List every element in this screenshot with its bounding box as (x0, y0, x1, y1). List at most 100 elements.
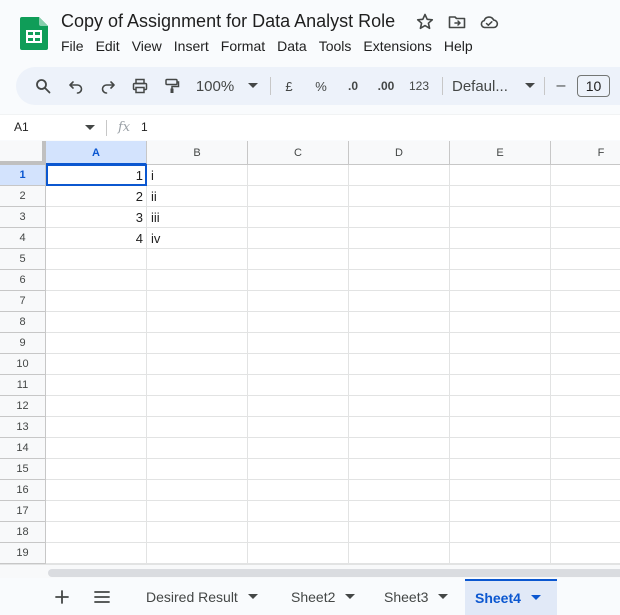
row-header-6[interactable]: 6 (0, 270, 46, 291)
percent-format-button[interactable]: % (311, 67, 331, 105)
active-cell-outline (46, 164, 147, 186)
chevron-down-icon[interactable] (247, 594, 258, 600)
row-header-3[interactable]: 3 (0, 207, 46, 228)
menu-extensions[interactable]: Extensions (357, 36, 437, 56)
sheet-tab-sheet2[interactable]: Sheet2 (281, 579, 371, 615)
menu-help[interactable]: Help (438, 36, 479, 56)
column-header-e[interactable]: E (450, 141, 551, 165)
row-header-10[interactable]: 10 (0, 354, 46, 375)
redo-button[interactable] (97, 67, 119, 105)
more-formats-label: 123 (408, 79, 430, 93)
undo-button[interactable] (65, 67, 87, 105)
increase-decimal-label: .00 (377, 79, 395, 93)
cell-b2[interactable]: ii (147, 186, 247, 207)
select-all-corner[interactable] (0, 141, 46, 165)
paint-format-button[interactable] (161, 67, 183, 105)
horizontal-scrollbar[interactable] (0, 564, 620, 578)
decrease-decimal-button[interactable]: .0 (342, 67, 364, 105)
column-header-b[interactable]: B (147, 141, 248, 165)
decrease-font-size-button[interactable]: – (552, 67, 570, 105)
column-header-a[interactable]: A (46, 141, 147, 165)
row-gridline (46, 269, 620, 270)
row-gridline (46, 311, 620, 312)
row-header-17[interactable]: 17 (0, 501, 46, 522)
row-header-4[interactable]: 4 (0, 228, 46, 249)
star-icon[interactable] (415, 12, 435, 32)
row-gridline (46, 521, 620, 522)
sheet-tab-desired-result[interactable]: Desired Result (136, 579, 278, 615)
row-header-18[interactable]: 18 (0, 522, 46, 543)
search-icon (36, 79, 51, 94)
row-gridline (46, 374, 620, 375)
column-header-d[interactable]: D (349, 141, 450, 165)
menu-bar: File Edit View Insert Format Data Tools … (55, 36, 479, 56)
menu-data[interactable]: Data (271, 36, 313, 56)
menu-file[interactable]: File (55, 36, 90, 56)
plus-icon (55, 590, 69, 604)
row-header-1[interactable]: 1 (0, 165, 46, 186)
chevron-down-icon[interactable] (438, 594, 449, 600)
row-header-7[interactable]: 7 (0, 291, 46, 312)
menu-format[interactable]: Format (215, 36, 271, 56)
decrease-decimal-label: .0 (347, 79, 358, 93)
cell-b1[interactable]: i (147, 165, 247, 186)
formula-input[interactable]: 1 (141, 120, 148, 134)
cell-a4[interactable]: 4 (46, 228, 146, 249)
cloud-status-icon[interactable] (479, 12, 499, 32)
row-header-9[interactable]: 9 (0, 333, 46, 354)
spreadsheet-app: Copy of Assignment for Data Analyst Role… (0, 0, 620, 615)
row-header-13[interactable]: 13 (0, 417, 46, 438)
column-gridline (247, 165, 248, 564)
list-icon (94, 591, 110, 603)
font-family-value: Defaul... (452, 77, 508, 95)
font-family-select[interactable]: Defaul... (452, 67, 536, 105)
cell-b3[interactable]: iii (147, 207, 247, 228)
font-size-input[interactable]: 10 (577, 75, 610, 97)
document-title[interactable]: Copy of Assignment for Data Analyst Role (61, 9, 395, 33)
row-header-11[interactable]: 11 (0, 375, 46, 396)
menu-edit[interactable]: Edit (90, 36, 126, 56)
row-header-19[interactable]: 19 (0, 543, 46, 564)
currency-format-button[interactable]: £ (279, 67, 299, 105)
row-header-8[interactable]: 8 (0, 312, 46, 333)
fx-icon: fx (118, 120, 131, 135)
row-header-16[interactable]: 16 (0, 480, 46, 501)
redo-icon (101, 81, 115, 94)
sheet-tab-sheet4[interactable]: Sheet4 (465, 579, 557, 615)
row-header-14[interactable]: 14 (0, 438, 46, 459)
row-gridline (46, 500, 620, 501)
toolbar-divider (544, 77, 545, 95)
cell-a2[interactable]: 2 (46, 186, 146, 207)
more-formats-button[interactable]: 123 (407, 67, 431, 105)
toolbar-divider (442, 77, 443, 95)
cell-a3[interactable]: 3 (46, 207, 146, 228)
scrollbar-thumb[interactable] (48, 569, 620, 577)
increase-decimal-button[interactable]: .00 (373, 67, 399, 105)
add-sheet-button[interactable] (48, 585, 76, 609)
row-header-15[interactable]: 15 (0, 459, 46, 480)
all-sheets-button[interactable] (88, 585, 116, 609)
column-header-c[interactable]: C (248, 141, 349, 165)
paint-format-icon (165, 78, 180, 93)
spreadsheet-grid[interactable]: A B C D E F 1 2 3 4 5 6 7 8 9 10 11 12 13 14 15 16 17 18 19 1 2 3 4 i… (0, 141, 620, 564)
formula-bar: A1 fx 1 (0, 114, 620, 140)
menu-view[interactable]: View (126, 36, 168, 56)
sheet-tab-sheet3[interactable]: Sheet3 (374, 579, 462, 615)
column-header-f[interactable]: F (551, 141, 620, 165)
move-folder-icon[interactable] (447, 12, 467, 32)
sheets-logo-icon[interactable] (20, 17, 48, 50)
name-box[interactable]: A1 (14, 120, 29, 134)
row-header-2[interactable]: 2 (0, 186, 46, 207)
chevron-down-icon[interactable] (345, 594, 356, 600)
chevron-down-icon[interactable] (530, 595, 541, 601)
cell-b4[interactable]: iv (147, 228, 247, 249)
print-button[interactable] (129, 67, 151, 105)
search-menus-button[interactable] (32, 67, 54, 105)
chevron-down-icon[interactable] (85, 125, 95, 131)
row-header-12[interactable]: 12 (0, 396, 46, 417)
zoom-select[interactable]: 100% (194, 67, 260, 105)
row-header-5[interactable]: 5 (0, 249, 46, 270)
menu-tools[interactable]: Tools (313, 36, 358, 56)
menu-insert[interactable]: Insert (168, 36, 215, 56)
formula-bar-divider (106, 120, 107, 136)
